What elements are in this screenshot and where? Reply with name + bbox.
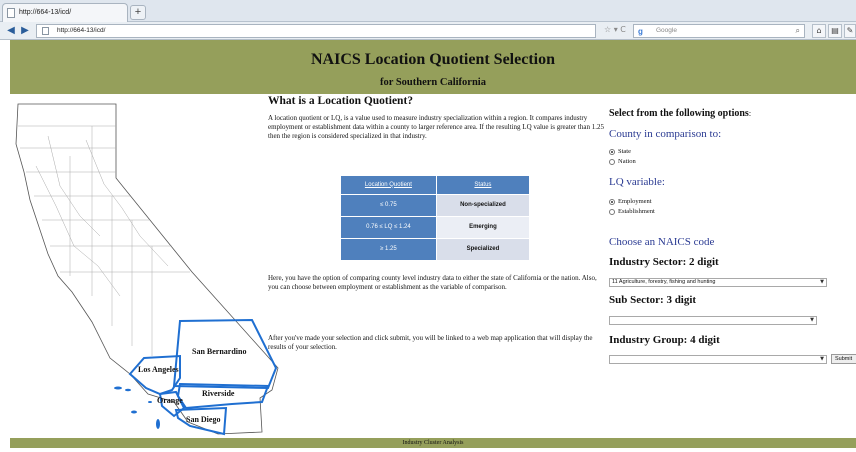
- map-label-riverside: Riverside: [202, 389, 235, 398]
- options-title-suffix: :: [748, 109, 752, 118]
- radio-state[interactable]: State: [609, 148, 631, 155]
- intro-heading: What is a Location Quotient?: [268, 95, 414, 107]
- tab-title: http://664-13/icd/: [19, 9, 72, 16]
- intro-paragraph: A location quotient or LQ, is a value us…: [268, 114, 604, 140]
- table-cell-lq: 0.76 ≤ LQ ≤ 1.24: [340, 216, 437, 239]
- map-label-san-bernardino: San Bernardino: [192, 347, 246, 356]
- table-row: ≥ 1.25 Specialized: [340, 238, 531, 261]
- column-header-lq: Location Quotient: [340, 175, 437, 195]
- page-header: NAICS Location Quotient Selection for So…: [10, 40, 856, 94]
- table-cell-status: Emerging: [435, 216, 531, 239]
- radio-establishment[interactable]: Establishment: [609, 208, 655, 215]
- chevron-down-icon: ▼: [820, 279, 824, 285]
- google-icon: g: [638, 27, 643, 36]
- lq-table: Location Quotient Status ≤ 0.75 Non-spec…: [340, 175, 531, 261]
- map-label-los-angeles: Los Angeles: [138, 365, 179, 374]
- radio-nation[interactable]: Nation: [609, 158, 636, 165]
- table-cell-lq: ≤ 0.75: [340, 194, 437, 217]
- radio-label: Employment: [618, 198, 652, 205]
- options-title-text: Select from the following options: [609, 108, 749, 119]
- options-title: Select from the following options:: [609, 108, 751, 119]
- table-row: ≤ 0.75 Non-specialized: [340, 194, 531, 217]
- radio-label: Nation: [618, 158, 636, 165]
- table-header-row: Location Quotient Status: [340, 175, 531, 195]
- submit-info-paragraph: After you've made your selection and cli…: [268, 334, 593, 351]
- radio-label: Establishment: [618, 208, 655, 215]
- page-icon: [42, 27, 49, 35]
- radio-unselected-icon[interactable]: [609, 208, 615, 215]
- sub-sector-label: Sub Sector: 3 digit: [609, 294, 697, 306]
- sub-sector-select[interactable]: ▼: [609, 316, 817, 325]
- column-header-status: Status: [435, 175, 531, 195]
- new-tab-button[interactable]: +: [130, 5, 146, 20]
- search-input[interactable]: g Google ⌕: [633, 24, 805, 38]
- industry-group-select[interactable]: ▼: [609, 355, 827, 364]
- table-cell-status: Non-specialized: [435, 194, 531, 217]
- radio-employment[interactable]: Employment: [609, 198, 652, 205]
- industry-sector-value: 11 Agriculture, forestry, fishing and hu…: [612, 279, 716, 285]
- table-row: 0.76 ≤ LQ ≤ 1.24 Emerging: [340, 216, 531, 239]
- search-placeholder: Google: [656, 27, 677, 34]
- california-map: San Bernardino Los Angeles Riverside Ora…: [15, 103, 279, 436]
- search-icon[interactable]: ⌕: [796, 25, 800, 37]
- page-icon: [7, 8, 15, 18]
- address-bar[interactable]: http://664-13/icd/: [36, 24, 596, 38]
- table-cell-status: Specialized: [435, 238, 531, 261]
- map-label-san-diego: San Diego: [186, 415, 220, 424]
- browser-tabstrip: http://664-13/icd/ +: [0, 0, 856, 22]
- chevron-down-icon: ▼: [810, 317, 814, 323]
- naics-code-label: Choose an NAICS code: [609, 236, 715, 248]
- browser-tab[interactable]: http://664-13/icd/: [2, 3, 128, 22]
- submit-button[interactable]: Submit: [831, 354, 856, 364]
- table-cell-lq: ≥ 1.25: [340, 238, 437, 261]
- radio-unselected-icon[interactable]: [609, 158, 615, 165]
- browser-navbar: ◀ ▶ http://664-13/icd/ ☆ ▾ C g Google ⌕ …: [0, 22, 856, 40]
- page-subtitle: for Southern California: [380, 77, 486, 88]
- intro-section: What is a Location Quotient? A location …: [268, 95, 608, 351]
- industry-sector-label: Industry Sector: 2 digit: [609, 256, 719, 268]
- home-icon[interactable]: ⌂: [812, 24, 826, 38]
- industry-sector-select[interactable]: 11 Agriculture, forestry, fishing and hu…: [609, 278, 827, 287]
- radio-selected-icon[interactable]: [609, 148, 615, 155]
- menu-icon[interactable]: ▤: [828, 24, 842, 38]
- chevron-down-icon: ▼: [820, 356, 824, 362]
- forward-arrow-icon[interactable]: ▶: [18, 24, 32, 38]
- county-comparison-label: County in comparison to:: [609, 128, 722, 140]
- back-arrow-icon[interactable]: ◀: [4, 24, 18, 38]
- address-text: http://664-13/icd/: [57, 27, 106, 34]
- addon-icon[interactable]: ✎: [844, 24, 856, 38]
- page-footer: Industry Cluster Analysis: [10, 438, 856, 448]
- radio-selected-icon[interactable]: [609, 198, 615, 205]
- page-title: NAICS Location Quotient Selection: [311, 51, 555, 68]
- comparison-paragraph: Here, you have the option of comparing c…: [268, 274, 597, 291]
- bookmark-star-icon[interactable]: ☆ ▾ C: [604, 25, 626, 34]
- lq-variable-label: LQ variable:: [609, 176, 665, 188]
- map-label-orange: Orange: [157, 396, 183, 405]
- radio-label: State: [618, 148, 631, 155]
- industry-group-label: Industry Group: 4 digit: [609, 334, 720, 346]
